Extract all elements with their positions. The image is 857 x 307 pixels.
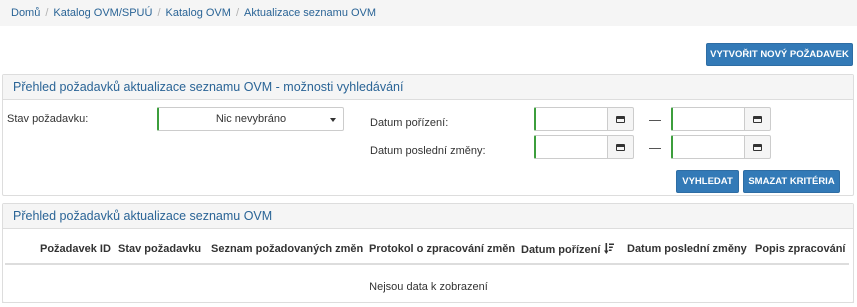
acquired-date-to-input[interactable] [671, 107, 744, 131]
calendar-icon [616, 143, 625, 151]
search-panel-title: Přehled požadavků aktualizace seznamu OV… [3, 75, 853, 100]
column-header-status[interactable]: Stav požadavku [118, 243, 201, 255]
column-header-last-change-date[interactable]: Datum poslední změny [627, 243, 747, 255]
breadcrumb-separator: / [235, 7, 239, 19]
acquired-date-from-input[interactable] [534, 107, 607, 131]
status-label: Stav požadavku: [7, 113, 89, 125]
status-select[interactable]: Nic nevybráno [157, 107, 344, 131]
breadcrumb-separator: / [45, 7, 49, 19]
sort-descending-icon [604, 243, 615, 254]
column-header-processing-protocol[interactable]: Protokol o zpracování změn [369, 243, 515, 255]
acquired-date-from-picker-button[interactable] [607, 107, 634, 131]
results-panel-title: Přehled požadavků aktualizace seznamu OV… [3, 204, 853, 229]
column-header-requested-changes[interactable]: Seznam požadovaných změn [211, 243, 363, 255]
acquired-date-label: Datum pořízení: [370, 117, 449, 129]
breadcrumb-home[interactable]: Domů [11, 7, 40, 19]
breadcrumb-current[interactable]: Aktualizace seznamu OVM [244, 7, 376, 19]
chevron-down-icon [330, 118, 336, 122]
column-header-acquired-date: Datum pořízení [521, 244, 601, 256]
table-bottom-divider [2, 302, 854, 303]
status-select-value: Nic nevybráno [215, 113, 287, 125]
new-request-button[interactable]: VYTVOŘIT NOVÝ POŽADAVEK [706, 43, 853, 66]
breadcrumb-catalog-ovm[interactable]: Katalog OVM [166, 7, 231, 19]
acquired-date-to [671, 107, 771, 131]
search-button[interactable]: VYHLEDAT [676, 170, 739, 193]
acquired-date-to-picker-button[interactable] [744, 107, 771, 131]
breadcrumb: Domů / Katalog OVM/SPUÚ / Katalog OVM / Aktual… [0, 0, 857, 26]
calendar-icon [753, 115, 762, 123]
breadcrumb-separator: / [157, 7, 161, 19]
clear-criteria-button[interactable]: SMAZAT KRITÉRIA [743, 170, 840, 193]
column-header-processing-description[interactable]: Popis zpracování [755, 243, 845, 255]
column-header-request-id[interactable]: Požadavek ID [40, 243, 111, 255]
calendar-icon [753, 143, 762, 151]
last-change-date-from [534, 135, 634, 159]
calendar-icon [616, 115, 625, 123]
breadcrumb-catalog-ovm-spuu[interactable]: Katalog OVM/SPUÚ [53, 7, 152, 19]
last-change-date-to-picker-button[interactable] [744, 135, 771, 159]
range-dash [649, 120, 661, 121]
last-change-date-label: Datum poslední změny: [370, 145, 486, 157]
table-header-divider [5, 263, 849, 265]
range-dash [649, 148, 661, 149]
acquired-date-from [534, 107, 634, 131]
last-change-date-to [671, 135, 771, 159]
last-change-date-from-input[interactable] [534, 135, 607, 159]
last-change-date-to-input[interactable] [671, 135, 744, 159]
last-change-date-from-picker-button[interactable] [607, 135, 634, 159]
column-header-acquired-date-wrap[interactable]: Datum pořízení [521, 243, 615, 256]
empty-table-message: Nejsou data k zobrazení [369, 281, 488, 293]
